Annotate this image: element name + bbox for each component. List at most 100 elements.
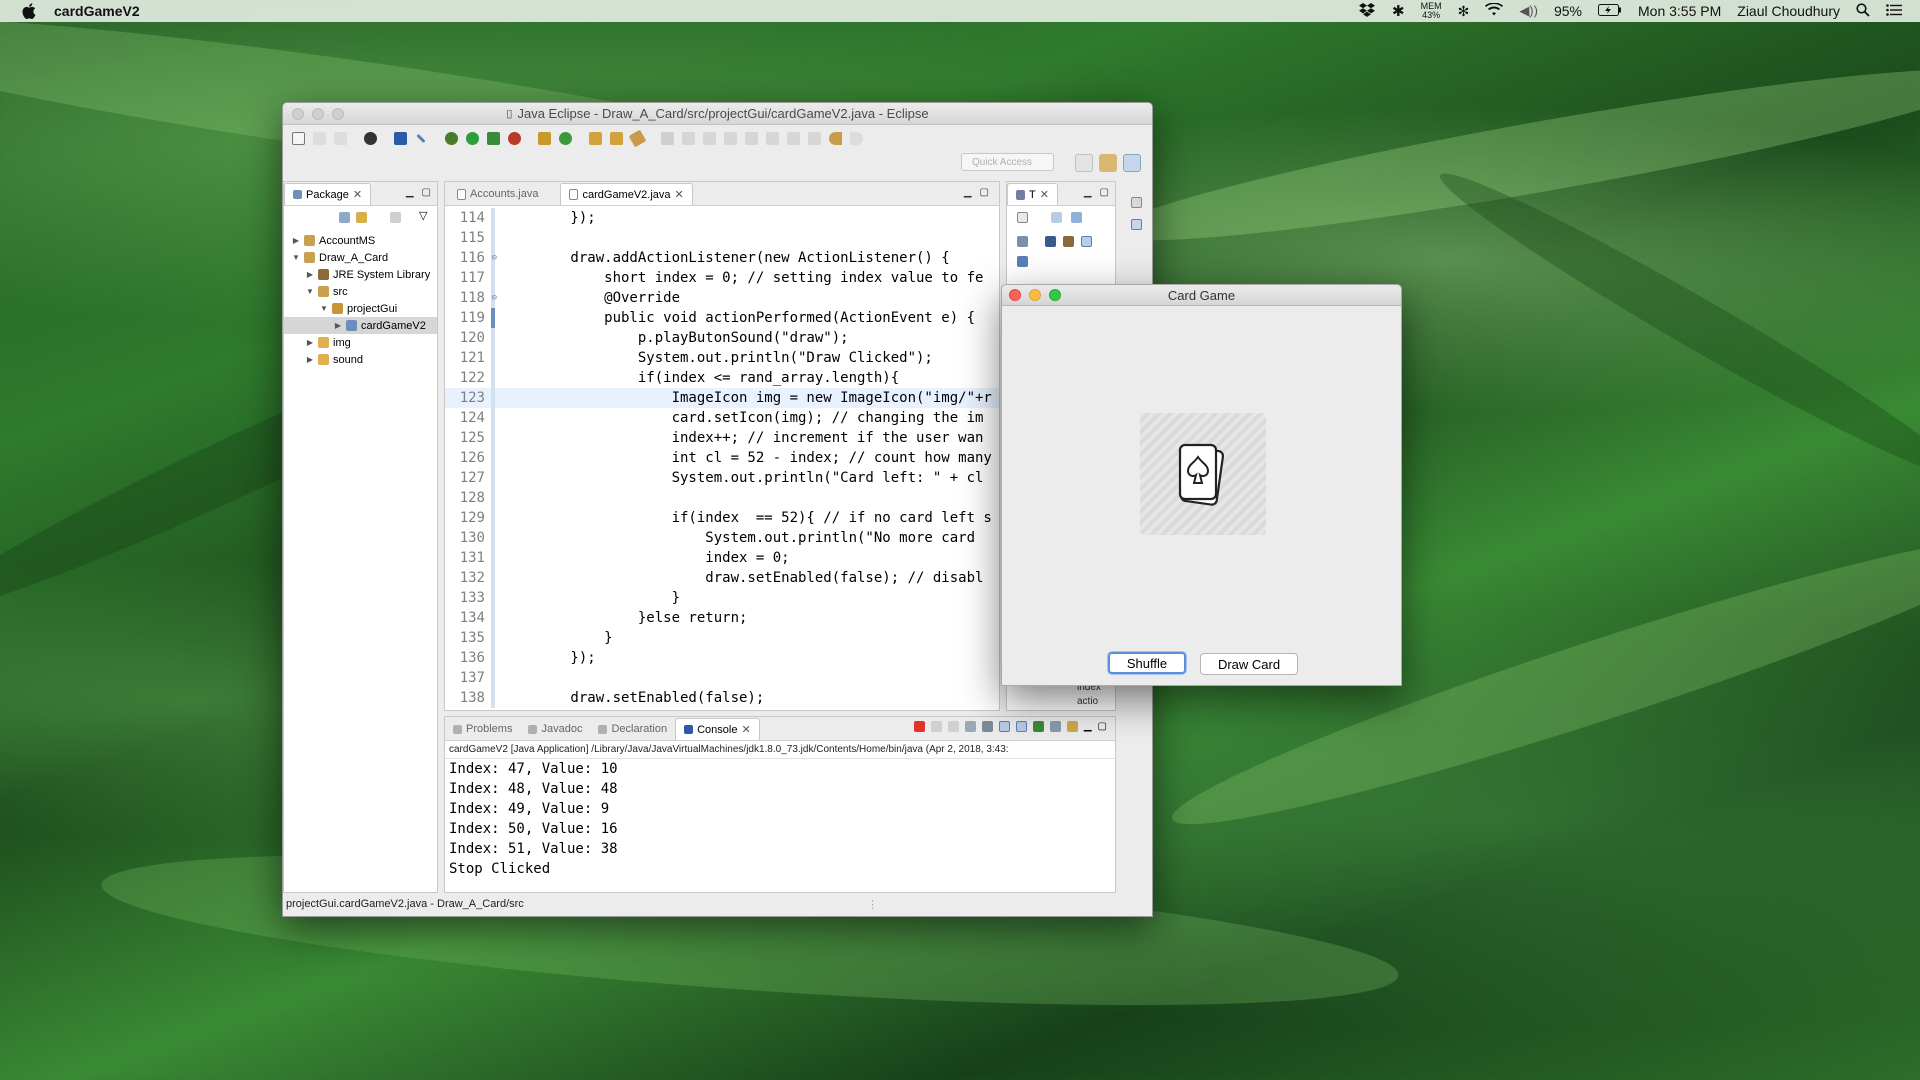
user-name[interactable]: Ziaul Choudhury [1737,3,1840,19]
sort-icon[interactable] [1017,236,1028,247]
fold-icon[interactable]: ⊖ [492,293,497,303]
terminal-icon[interactable] [391,129,409,147]
close-window-button[interactable] [292,108,304,120]
code-line[interactable]: 134 }else return; [445,608,999,628]
back-icon[interactable] [826,129,844,147]
code-line[interactable]: 119 public void actionPerformed(ActionEv… [445,308,999,328]
tab-outline[interactable]: T ✕ [1007,183,1058,205]
battery-percent[interactable]: 95% [1554,3,1582,19]
scroll-lock-icon[interactable] [981,721,993,732]
code-line[interactable]: 120 p.playButonSound("draw"); [445,328,999,348]
show-on-stdout-icon[interactable] [998,721,1010,732]
spotlight-search-icon[interactable] [1856,2,1870,20]
code-line[interactable]: 137 [445,668,999,688]
draw-card-button[interactable]: Draw Card [1200,653,1298,675]
close-tab-icon[interactable]: ✕ [675,188,684,201]
tree-item[interactable]: ▼ projectGui [284,300,437,317]
editor-tab[interactable]: Accounts.java [449,183,546,205]
minimize-window-button[interactable] [1029,289,1041,301]
twisty-icon[interactable]: ▼ [304,287,316,296]
tree-item[interactable]: ▶ AccountMS [284,232,437,249]
twisty-icon[interactable]: ▼ [318,304,330,313]
maximize-icon[interactable]: ▢ [980,187,989,198]
code-line[interactable]: 124 card.setIcon(img); // changing the i… [445,408,999,428]
external-tools-icon[interactable] [505,129,523,147]
tree-item[interactable]: ▶ cardGameV2 [284,317,437,334]
code-line[interactable]: 121 System.out.println("Draw Clicked"); [445,348,999,368]
card-game-titlebar[interactable]: Card Game [1002,285,1401,306]
code-area[interactable]: 114 }); 115 116 ⊖ draw.addActionListener(ne… [445,206,999,710]
antivirus-icon[interactable]: ✱ [1392,2,1405,20]
console-tab[interactable]: Declaration [590,718,675,740]
code-line[interactable]: 117 short index = 0; // setting index va… [445,268,999,288]
code-line[interactable]: 135 } [445,628,999,648]
new-java-package-icon[interactable] [535,129,553,147]
editor-tab[interactable]: cardGameV2.java ✕ [560,183,693,205]
run-icon[interactable] [463,129,481,147]
code-line[interactable]: 129 if(index == 52){ // if no card left … [445,508,999,528]
twisty-icon[interactable]: ▶ [304,270,316,279]
display-console-icon[interactable] [1049,721,1061,732]
open-perspective-icon[interactable] [1075,154,1093,172]
code-line[interactable]: 122 if(index <= rand_array.length){ [445,368,999,388]
skip-breakpoints-icon[interactable] [412,129,430,147]
java-perspective-icon[interactable] [1123,154,1141,172]
toggle-block-icon[interactable] [721,129,739,147]
minimize-icon[interactable]: ▁ [1084,721,1092,732]
code-line[interactable]: 136 }); [445,648,999,668]
coverage-icon[interactable] [484,129,502,147]
new-java-class-icon[interactable] [556,129,574,147]
twisty-icon[interactable]: ▼ [290,253,302,262]
pin-icon[interactable] [679,129,697,147]
forward-icon[interactable] [847,129,865,147]
link-with-editor-icon[interactable] [356,212,367,223]
close-tab-icon[interactable]: ✕ [353,188,362,201]
maximize-icon[interactable]: ▢ [1098,721,1107,732]
console-output[interactable]: Index: 47, Value: 10 Index: 48, Value: 48… [445,759,1115,879]
zoom-window-button[interactable] [332,108,344,120]
code-line[interactable]: 138 draw.setEnabled(false); [445,688,999,708]
memory-indicator[interactable]: MEM 43% [1421,2,1442,20]
terminate-icon[interactable] [913,721,925,732]
twisty-icon[interactable]: ▶ [304,355,316,364]
twisty-icon[interactable]: ▶ [332,321,344,330]
minimize-icon[interactable]: ▁ [1084,187,1092,198]
pin-console-icon[interactable] [1032,721,1044,732]
close-tab-icon[interactable]: ✕ [1040,188,1049,201]
code-line[interactable]: 131 index = 0; [445,548,999,568]
console-tab[interactable]: Console ✕ [675,718,760,740]
code-line[interactable]: 133 } [445,588,999,608]
code-line[interactable]: 115 [445,228,999,248]
code-line[interactable]: 116 ⊖ draw.addActionListener(new ActionLi… [445,248,999,268]
tree-item[interactable]: ▼ src [284,283,437,300]
maximize-icon[interactable]: ▢ [422,187,431,198]
code-line[interactable]: 132 draw.setEnabled(false); // disabl [445,568,999,588]
open-console-icon[interactable] [1066,721,1078,732]
last-edit-icon[interactable] [805,129,823,147]
view-menu-icon[interactable]: ▽ [419,209,427,222]
maximize-icon[interactable]: ▢ [1100,187,1109,198]
hide-non-public-icon[interactable] [1045,236,1056,247]
shuffle-button[interactable]: Shuffle [1108,652,1186,674]
code-line[interactable]: 130 System.out.println("No more card [445,528,999,548]
previous-annotation-icon[interactable] [784,129,802,147]
open-task-icon[interactable] [607,129,625,147]
outline-menu-icon[interactable] [1017,256,1028,267]
next-annotation-icon[interactable] [763,129,781,147]
console-tab[interactable]: Problems [445,718,520,740]
code-line[interactable]: 127 System.out.println("Card left: " + c… [445,468,999,488]
java-ee-perspective-icon[interactable] [1099,154,1117,172]
open-type-icon[interactable] [586,129,604,147]
show-whitespace-icon[interactable] [742,129,760,147]
remove-launch-icon[interactable] [930,721,942,732]
code-line[interactable]: 125 index++; // increment if the user wa… [445,428,999,448]
task-list-icon[interactable] [1131,219,1142,230]
quick-access-field[interactable]: Quick Access [961,153,1054,171]
minimize-window-button[interactable] [312,108,324,120]
bluetooth-icon[interactable]: ✻ [1458,3,1470,20]
apple-icon[interactable] [22,3,40,19]
tree-item[interactable]: ▶ sound [284,351,437,368]
show-on-stderr-icon[interactable] [1015,721,1027,732]
annotation-icon[interactable] [658,129,676,147]
account-icon[interactable] [361,129,379,147]
